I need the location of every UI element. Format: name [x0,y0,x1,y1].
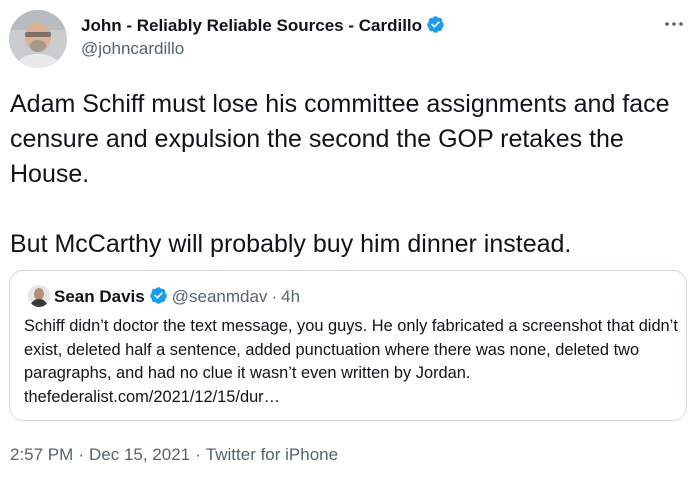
quoted-tweet-header: Sean Davis @seanmdav · 4h [54,286,300,310]
tweet-text: Adam Schiff must lose his committee assi… [10,87,690,262]
tweet-time[interactable]: 2:57 PM [10,445,73,464]
tweet-timestamp: 2:57 PM · Dec 15, 2021 · Twitter for iPhone [10,445,338,465]
author-avatar[interactable] [9,10,67,68]
quoted-tweet-link[interactable]: thefederalist.com/2021/12/15/dur… [24,388,280,406]
quoted-tweet-age[interactable]: 4h [281,287,300,306]
verified-badge-icon [149,286,168,310]
meta-separator: · [78,445,84,464]
tweet-source[interactable]: Twitter for iPhone [206,445,338,464]
tweet-paragraph: But McCarthy will probably buy him dinne… [10,230,572,258]
quoted-author-avatar[interactable] [28,285,50,307]
meta-separator: · [195,445,201,464]
author-handle[interactable]: @johncardillo [81,39,184,59]
tweet-date[interactable]: Dec 15, 2021 [89,445,190,464]
verified-badge-icon [426,15,445,39]
tweet-paragraph: Adam Schiff must lose his committee assi… [10,90,670,188]
quoted-author-name[interactable]: Sean Davis [54,287,145,306]
quoted-author-handle[interactable]: @seanmdav [172,287,268,306]
quoted-tweet-card[interactable]: Sean Davis @seanmdav · 4h Schiff didn’t doc… [9,270,687,421]
quoted-tweet-text: Schiff didn’t doctor the text message, y… [24,315,680,409]
author-name[interactable]: John - Reliably Reliable Sources - Cardi… [81,16,422,35]
meta-separator: · [271,287,278,306]
more-options-icon[interactable] [662,12,686,36]
author-name-row[interactable]: John - Reliably Reliable Sources - Cardi… [81,15,445,39]
quoted-tweet-body: Schiff didn’t doctor the text message, y… [24,317,678,382]
